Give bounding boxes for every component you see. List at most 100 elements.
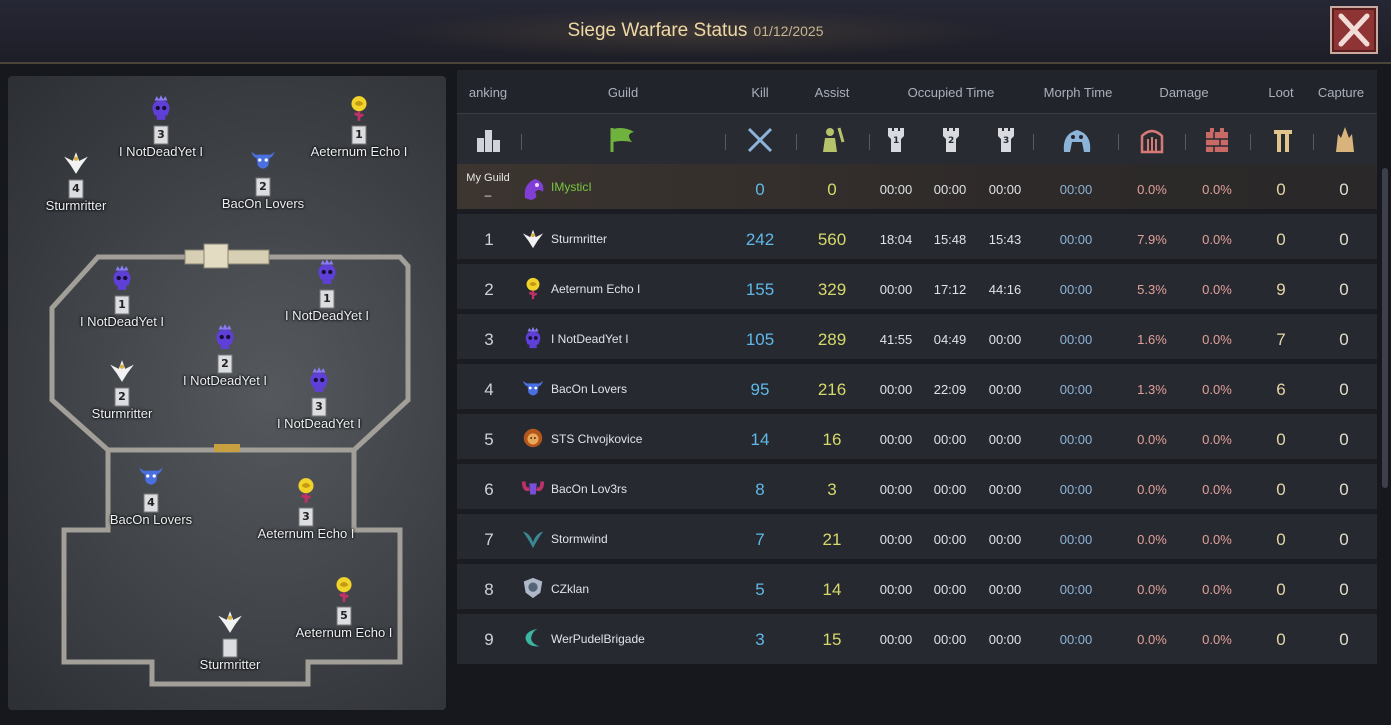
tower2-time: 17:12 [933, 282, 967, 297]
assist-count: 16 [822, 430, 842, 449]
map-marker[interactable]: 3 I NotDeadYet I [249, 366, 389, 431]
table-row[interactable]: 5 14 16 00:00 00:00 00:00 00:00 0.0% 0.0% 0 0 STS C… [457, 414, 1377, 464]
my-guild-tower1-time: 00:00 [879, 182, 913, 197]
guild-rank: 1 [484, 230, 494, 249]
map-marker[interactable]: 3 Aeternum Echo I [236, 476, 376, 541]
tower3-time: 00:00 [988, 332, 1022, 347]
tower3-time: 15:43 [988, 232, 1022, 247]
wall-damage: 0.0% [1202, 232, 1232, 247]
map-marker[interactable]: 2 BacOn Lovers [193, 146, 333, 211]
guild-rank: 9 [484, 630, 494, 649]
morph-time: 00:00 [1059, 382, 1093, 397]
table-row[interactable]: 7 7 21 00:00 00:00 00:00 00:00 0.0% 0.0% 0 0 Stormw… [457, 514, 1377, 564]
blue-bull-emblem-icon [521, 376, 545, 405]
guild-name[interactable]: STS Chvojkovice [551, 432, 642, 446]
loot-count: 0 [1276, 480, 1286, 499]
header-kill[interactable]: Kill [751, 85, 768, 100]
purple-skull-emblem-icon [521, 326, 545, 355]
separator [1250, 134, 1251, 150]
marker-number: 1 [355, 128, 363, 141]
marker-number: 5 [340, 609, 348, 622]
guild-rank: 4 [484, 380, 494, 399]
tower-badge-icon: 5 [333, 605, 355, 627]
my-guild-assist: 0 [827, 180, 837, 199]
guild-name[interactable]: I NotDeadYet I [551, 332, 629, 346]
separator [521, 134, 522, 150]
marker-number: 1 [118, 298, 126, 311]
table-row[interactable]: 2 155 329 00:00 17:12 44:16 00:00 5.3% 0.0% 9 0 Aet… [457, 264, 1377, 314]
tower-badge-icon: 2 [252, 176, 274, 198]
my-guild-row[interactable]: My Guild – IMysticI 0 0 00:00 00:00 00:0… [457, 164, 1377, 214]
wall-damage: 0.0% [1202, 532, 1232, 547]
guild-flag-icon [610, 128, 634, 152]
table-row[interactable]: 6 8 3 00:00 00:00 00:00 00:00 0.0% 0.0% 0 0 BacOn L… [457, 464, 1377, 514]
separator [1313, 134, 1314, 150]
table-row[interactable]: 4 95 216 00:00 22:09 00:00 00:00 1.3% 0.0% 6 0 BacO… [457, 364, 1377, 414]
guild-name[interactable]: BacOn Lov3rs [551, 482, 627, 496]
tower-badge-icon: 4 [65, 178, 87, 200]
purple-skull-emblem-icon [249, 366, 389, 398]
table-row[interactable]: 3 105 289 41:55 04:49 00:00 00:00 1.6% 0.0% 7 0 I N… [457, 314, 1377, 364]
map-marker[interactable]: 4 BacOn Lovers [81, 462, 221, 527]
guild-name[interactable]: Aeternum Echo I [551, 282, 640, 296]
window-title: Siege Warfare Status 01/12/2025 [0, 20, 1391, 42]
tower-badge-icon: 1 [316, 288, 338, 310]
loot-count: 9 [1276, 280, 1286, 299]
header-loot[interactable]: Loot [1268, 85, 1293, 100]
map-marker[interactable]: 2 Sturmritter [52, 356, 192, 421]
table-row[interactable]: 9 3 15 00:00 00:00 00:00 00:00 0.0% 0.0% 0 0 WerPud… [457, 614, 1377, 664]
marker-number: 4 [72, 182, 80, 195]
tower1-time: 00:00 [879, 632, 913, 647]
header-capture[interactable]: Capture [1318, 85, 1364, 100]
title-bar: Siege Warfare Status 01/12/2025 [0, 0, 1391, 64]
assist-count: 216 [817, 380, 847, 399]
guild-name[interactable]: BacOn Lovers [551, 382, 627, 396]
marker-number: 2 [118, 390, 126, 403]
morph-time: 00:00 [1059, 632, 1093, 647]
my-guild-rank: – [484, 188, 492, 202]
siege-map[interactable]: 3 I NotDeadYet I 1 Aeternum Echo I 4 Sturmrit… [8, 76, 446, 710]
table-row[interactable]: 1 242 560 18:04 15:48 15:43 00:00 7.9% 0.0% 0 0 Stu… [457, 214, 1377, 264]
kill-count: 7 [755, 530, 765, 549]
scrollbar[interactable] [1382, 168, 1388, 488]
white-eagle-emblem-icon [6, 148, 146, 180]
gate-damage: 1.6% [1137, 332, 1167, 347]
morph-time: 00:00 [1059, 582, 1093, 597]
map-marker[interactable]: Sturmritter [160, 607, 300, 672]
window-title-text: Siege Warfare Status [567, 20, 748, 41]
crescent-emblem-icon [521, 626, 545, 655]
loot-count: 6 [1276, 380, 1286, 399]
header-ranking[interactable]: anking [469, 85, 507, 100]
header-assist[interactable]: Assist [815, 85, 850, 100]
tower2-time: 00:00 [933, 432, 967, 447]
guild-name[interactable]: WerPudelBrigade [551, 632, 645, 646]
purple-skull-emblem-icon [52, 264, 192, 296]
my-guild-capture: 0 [1339, 180, 1349, 199]
guild-name[interactable]: Sturmritter [551, 232, 607, 246]
header-morph-time[interactable]: Morph Time [1044, 85, 1113, 100]
guild-name[interactable]: CZklan [551, 582, 589, 596]
loot-pillar-icon [1274, 130, 1292, 152]
close-button[interactable] [1330, 6, 1378, 54]
assist-count: 3 [827, 480, 837, 499]
my-guild-label: My Guild [466, 172, 510, 184]
map-marker[interactable]: 1I NotDeadYet I [257, 258, 397, 323]
header-occupied-time[interactable]: Occupied Time [908, 85, 995, 100]
marker-number: 3 [315, 400, 323, 413]
kill-count: 8 [755, 480, 765, 499]
tower1-time: 41:55 [879, 332, 913, 347]
header-guild[interactable]: Guild [608, 85, 638, 100]
tower-badge-icon: 2 [111, 386, 133, 408]
wall-damage: 0.0% [1202, 382, 1232, 397]
capture-count: 0 [1339, 530, 1349, 549]
guild-name[interactable]: Stormwind [551, 532, 608, 546]
purple-dragon-emblem-icon [524, 179, 544, 200]
kill-count: 105 [745, 330, 775, 349]
kill-count: 5 [755, 580, 765, 599]
map-marker[interactable]: 1I NotDeadYet I [52, 264, 192, 329]
map-marker[interactable]: 4 Sturmritter [6, 148, 146, 213]
header-damage[interactable]: Damage [1159, 85, 1208, 100]
table-row[interactable]: 8 5 14 00:00 00:00 00:00 00:00 0.0% 0.0% 0 0 CZklan [457, 564, 1377, 614]
gate-damage: 5.3% [1137, 282, 1167, 297]
tower1-time: 00:00 [879, 282, 913, 297]
